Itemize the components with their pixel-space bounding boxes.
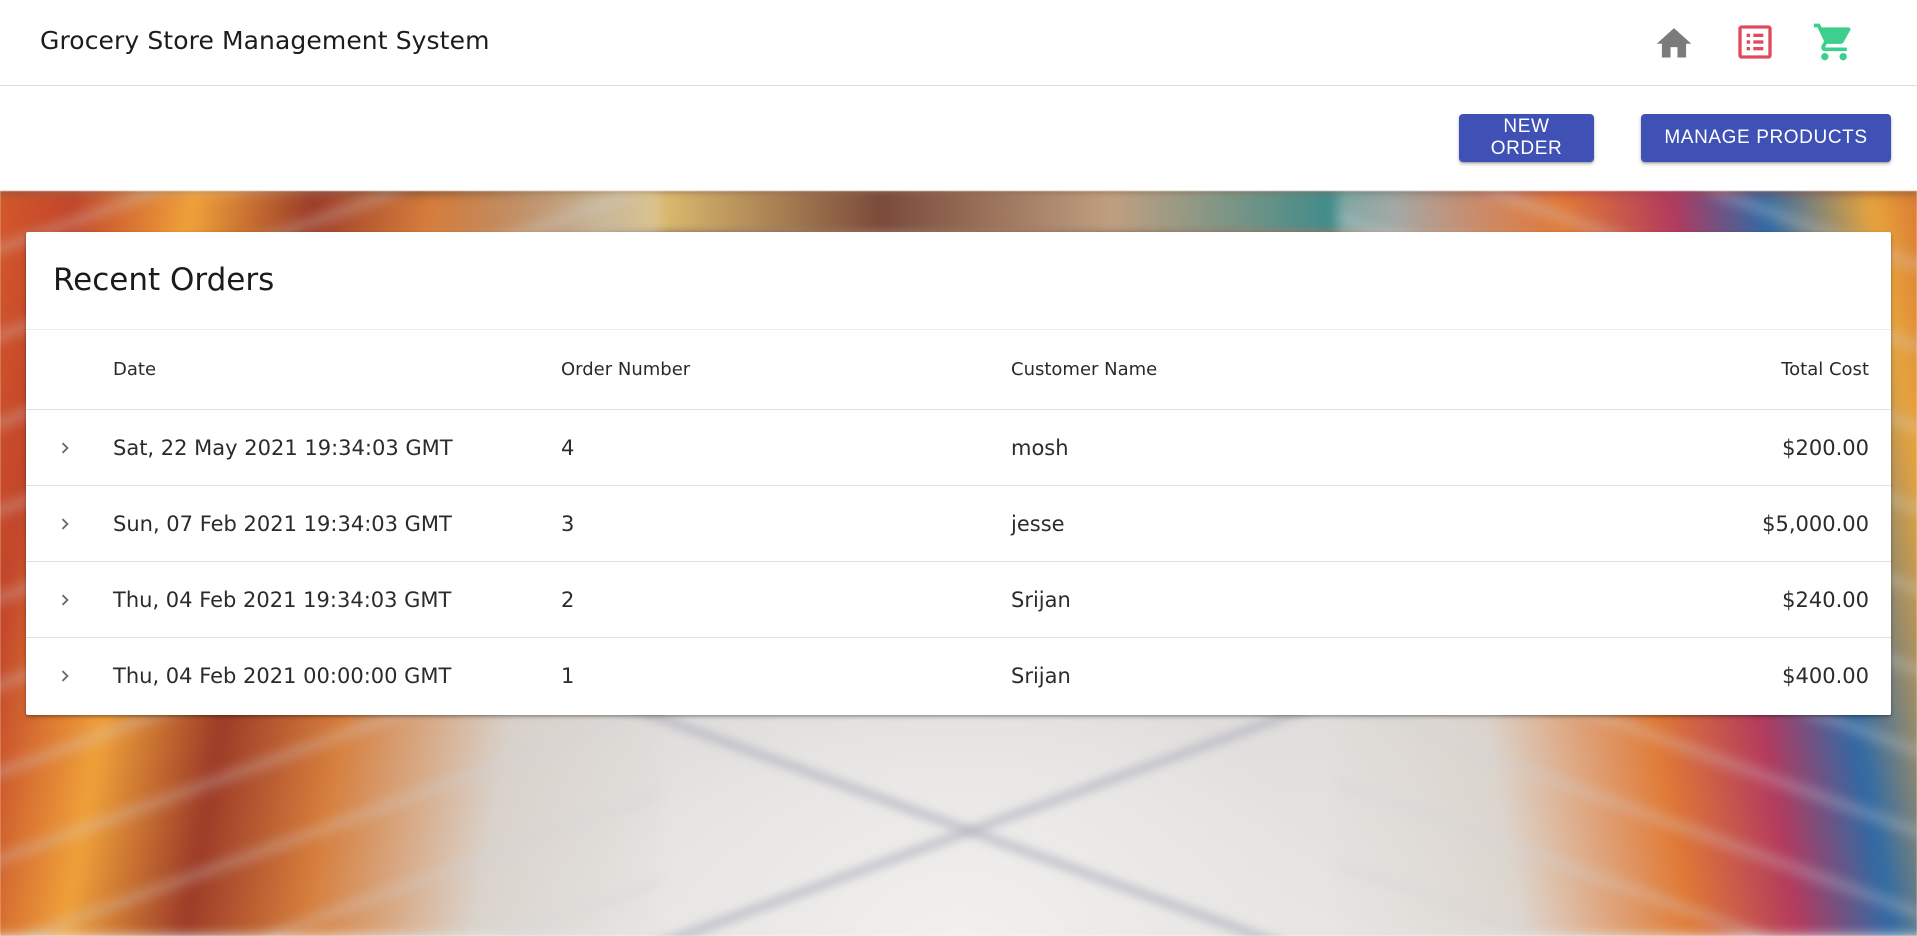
expand-row-button[interactable] xyxy=(48,659,82,693)
expand-cell xyxy=(48,410,88,485)
expand-row-button[interactable] xyxy=(48,583,82,617)
expand-row-button[interactable] xyxy=(48,431,82,465)
table-header: Date Order Number Customer Name Total Co… xyxy=(26,330,1891,410)
table-row[interactable]: Sat, 22 May 2021 19:34:03 GMT 4 mosh $20… xyxy=(26,410,1891,486)
action-bar: NEW ORDER MANAGE PRODUCTS xyxy=(0,87,1917,191)
column-header-order-number[interactable]: Order Number xyxy=(561,330,690,409)
table-row[interactable]: Thu, 04 Feb 2021 19:34:03 GMT 2 Srijan $… xyxy=(26,562,1891,638)
card-title: Recent Orders xyxy=(53,262,275,298)
recent-orders-card: Recent Orders Date Order Number Customer… xyxy=(26,232,1891,715)
expand-cell xyxy=(48,486,88,561)
chevron-right-icon xyxy=(61,518,69,529)
total-cost: $5,000.00 xyxy=(1762,511,1869,536)
orders-table: Date Order Number Customer Name Total Co… xyxy=(26,330,1891,714)
app-title: Grocery Store Management System xyxy=(40,26,490,55)
chevron-right-icon xyxy=(61,594,69,605)
new-order-button[interactable]: NEW ORDER xyxy=(1459,114,1594,162)
order-date: Thu, 04 Feb 2021 00:00:00 GMT xyxy=(113,664,452,688)
total-cost: $200.00 xyxy=(1782,435,1869,460)
order-date: Sun, 07 Feb 2021 19:34:03 GMT xyxy=(113,511,452,536)
column-header-customer-name[interactable]: Customer Name xyxy=(1011,330,1157,409)
order-number: 1 xyxy=(561,664,575,688)
home-nav-button[interactable] xyxy=(1650,18,1698,66)
cart-nav-button[interactable] xyxy=(1810,18,1858,66)
column-header-date[interactable]: Date xyxy=(113,330,156,409)
customer-name: mosh xyxy=(1011,435,1069,460)
expand-cell xyxy=(48,562,88,637)
table-row[interactable]: Thu, 04 Feb 2021 00:00:00 GMT 1 Srijan $… xyxy=(26,638,1891,714)
total-cost: $240.00 xyxy=(1782,587,1869,612)
cart-icon xyxy=(1813,23,1851,61)
customer-name: Srijan xyxy=(1011,587,1071,612)
order-number: 4 xyxy=(561,435,575,460)
chevron-right-icon xyxy=(61,670,69,682)
column-header-total-cost[interactable]: Total Cost xyxy=(1781,330,1869,409)
orders-nav-button[interactable] xyxy=(1731,18,1779,66)
order-date: Thu, 04 Feb 2021 19:34:03 GMT xyxy=(113,587,452,612)
total-cost: $400.00 xyxy=(1782,664,1869,688)
customer-name: jesse xyxy=(1011,511,1065,536)
expand-row-button[interactable] xyxy=(48,507,82,541)
order-number: 2 xyxy=(561,587,575,612)
manage-products-button[interactable]: MANAGE PRODUCTS xyxy=(1641,114,1891,162)
order-date: Sat, 22 May 2021 19:34:03 GMT xyxy=(113,435,453,460)
customer-name: Srijan xyxy=(1011,664,1071,688)
background-floor xyxy=(560,711,1380,936)
table-row[interactable]: Sun, 07 Feb 2021 19:34:03 GMT 3 jesse $5… xyxy=(26,486,1891,562)
list-icon xyxy=(1738,25,1772,59)
order-number: 3 xyxy=(561,511,575,536)
expand-cell xyxy=(48,638,88,714)
home-icon xyxy=(1656,28,1692,58)
app-bar: Grocery Store Management System xyxy=(0,0,1917,86)
header-expand-spacer xyxy=(48,330,88,409)
chevron-right-icon xyxy=(61,442,69,453)
